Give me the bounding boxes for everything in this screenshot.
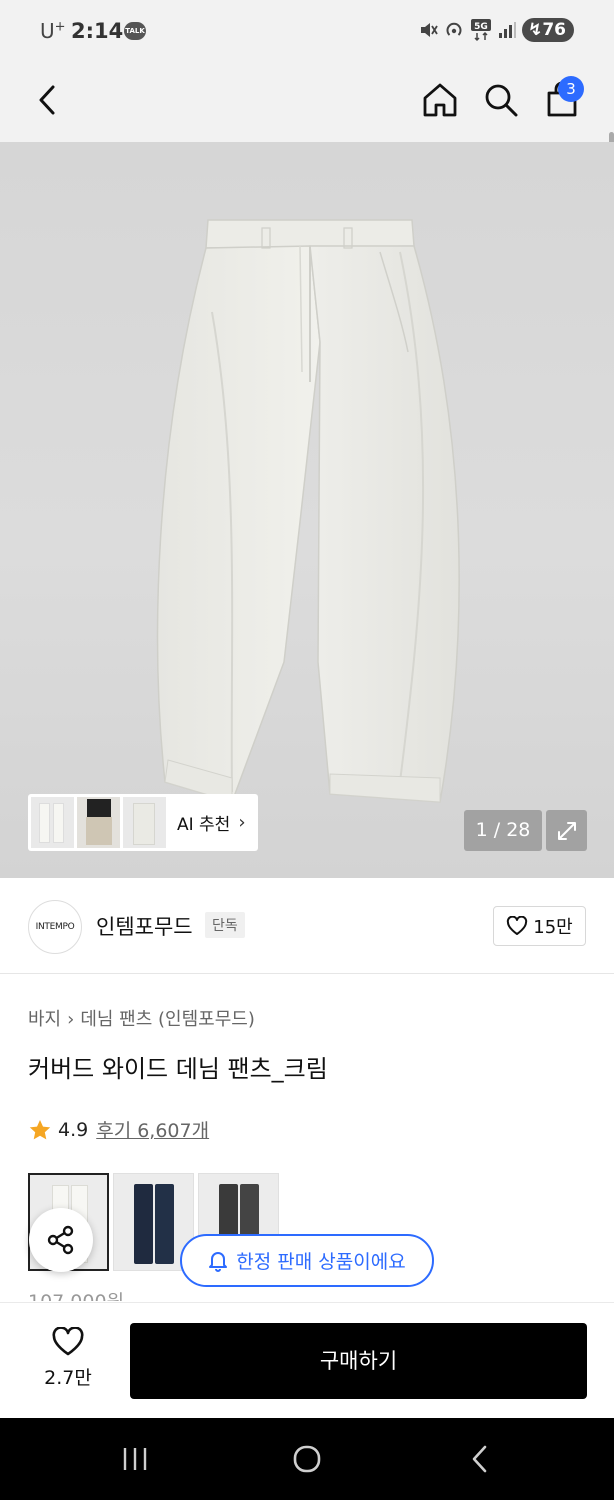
brand-logo[interactable]: INTEMPO: [28, 900, 82, 954]
app-header: 3: [0, 62, 614, 220]
back-icon: [39, 85, 55, 115]
breadcrumb-item-denim[interactable]: 데님 팬츠 (인템포무드): [80, 1009, 255, 1030]
product-photo-cream-pants: [156, 219, 460, 803]
ai-recommend-label: AI 추천: [177, 815, 231, 835]
brand-like-count: 15만: [533, 917, 573, 938]
home-nav-icon: [293, 1445, 321, 1473]
expand-icon: [557, 821, 576, 840]
kakaotalk-notification-icon: TALK: [124, 22, 146, 40]
share-button[interactable]: [29, 1208, 93, 1272]
wishlist-count: 2.7만: [44, 1367, 92, 1389]
brand-name-link[interactable]: 인템포무드: [96, 911, 193, 941]
rating-row: 4.9 후기 6,607개: [28, 1116, 209, 1143]
bell-icon: [209, 1251, 228, 1272]
ai-thumbnail-3: [123, 797, 166, 848]
limited-sale-text: 한정 판매 상품이에요: [236, 1251, 406, 1273]
heart-icon: [52, 1327, 84, 1356]
signal-icon: [499, 22, 517, 38]
ai-recommend-button[interactable]: AI 추천 ›: [28, 794, 258, 851]
review-count-link[interactable]: 후기 6,607개: [96, 1116, 209, 1143]
image-counter: 1 / 28: [464, 810, 542, 851]
chevron-right-icon: ›: [67, 1009, 75, 1030]
svg-text:5G: 5G: [474, 22, 488, 32]
recents-icon: [123, 1448, 147, 1470]
5g-network-icon: 5G: [471, 19, 492, 42]
home-nav-button[interactable]: [287, 1440, 327, 1478]
rating-score: 4.9: [58, 1118, 89, 1141]
home-button[interactable]: [416, 76, 464, 124]
cart-count-badge: 3: [558, 76, 584, 102]
buy-button[interactable]: 구매하기: [130, 1323, 587, 1399]
hotspot-icon: [446, 22, 462, 36]
chevron-right-icon: ›: [238, 812, 246, 833]
purchase-bar: 2.7만 구매하기: [0, 1302, 614, 1418]
home-icon: [423, 83, 457, 117]
exclusive-badge: 단독: [205, 912, 245, 938]
share-icon: [47, 1225, 74, 1255]
product-title: 커버드 와이드 데님 팬츠_크림: [28, 1055, 328, 1083]
heart-icon: [507, 916, 528, 935]
breadcrumb-item-pants[interactable]: 바지: [28, 1009, 61, 1030]
brand-row: INTEMPO 인템포무드 단독 15만: [0, 878, 614, 974]
wishlist-button[interactable]: 2.7만: [30, 1327, 106, 1390]
battery-indicator: ↯76: [522, 18, 574, 42]
status-bar: U+ 2:14 TALK 5G ↯76: [0, 0, 614, 62]
back-nav-icon: [472, 1445, 487, 1473]
carrier-label: U+: [40, 19, 66, 43]
product-image-gallery[interactable]: AI 추천 › 1 / 28: [0, 142, 614, 878]
back-nav-button[interactable]: [460, 1440, 500, 1478]
ai-thumbnail-1: [31, 797, 74, 848]
back-button[interactable]: [24, 76, 72, 124]
category-breadcrumb: 바지 › 데님 팬츠 (인템포무드): [28, 1005, 255, 1031]
star-icon: [29, 1119, 51, 1139]
price-text: 107,000원: [28, 1287, 124, 1301]
status-time: 2:14: [71, 19, 124, 43]
search-button[interactable]: [477, 76, 525, 124]
expand-image-button[interactable]: [546, 810, 587, 851]
search-icon: [485, 84, 518, 117]
mute-vibrate-icon: [421, 23, 438, 37]
ai-thumbnail-2: [77, 797, 120, 848]
cart-button[interactable]: 3: [538, 76, 586, 124]
limited-sale-notice[interactable]: 한정 판매 상품이에요: [180, 1234, 434, 1287]
system-navigation-bar: [0, 1418, 614, 1500]
brand-like-button[interactable]: 15만: [493, 906, 586, 946]
status-icons: 5G ↯76: [418, 18, 574, 42]
recents-button[interactable]: [115, 1440, 155, 1478]
